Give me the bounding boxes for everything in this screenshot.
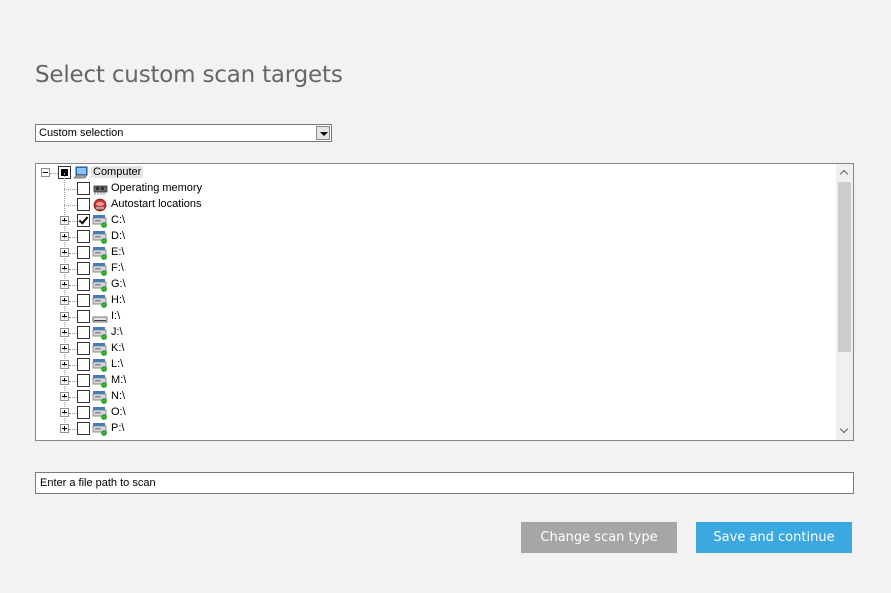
tree-item-checkbox[interactable]: [77, 278, 90, 291]
tree-item[interactable]: K:\: [36, 333, 835, 357]
network-drive-icon: [92, 278, 108, 292]
tree-item-checkbox[interactable]: [77, 198, 90, 211]
expand-icon[interactable]: [60, 424, 69, 433]
tree-item[interactable]: E:\: [36, 237, 835, 261]
memory-chip-icon: [92, 182, 108, 196]
page-title: Select custom scan targets: [35, 62, 343, 88]
save-and-continue-button[interactable]: Save and continue: [696, 522, 852, 553]
computer-icon: [73, 166, 89, 180]
tree-item[interactable]: I:\: [36, 301, 835, 325]
scan-type-dropdown-value: Custom selection: [39, 127, 124, 139]
network-drive-icon: [92, 262, 108, 276]
tree-item-label: C:\: [111, 214, 126, 226]
network-drive-icon: [92, 374, 108, 388]
tree-item-checkbox[interactable]: [77, 262, 90, 275]
tree-item-label: L:\: [111, 358, 124, 370]
network-drive-icon: [92, 230, 108, 244]
file-path-input[interactable]: [35, 472, 854, 494]
tree-item[interactable]: G:\: [36, 269, 835, 293]
tree-item-label: Operating memory: [111, 182, 203, 194]
scroll-down-icon[interactable]: [836, 423, 853, 440]
tree-item-label: D:\: [111, 230, 126, 242]
tree-item[interactable]: P:\: [36, 413, 835, 437]
tree-item[interactable]: L:\: [36, 349, 835, 373]
scroll-up-icon[interactable]: [836, 164, 853, 181]
tree-item-label: I:\: [111, 310, 121, 322]
tree-scrollbar[interactable]: [836, 164, 853, 440]
autostart-icon: [92, 198, 108, 212]
network-drive-icon: [92, 294, 108, 308]
scan-target-tree[interactable]: Computer Operating memory Autostart locat…: [35, 163, 854, 441]
network-drive-icon: [92, 406, 108, 420]
tree-item-checkbox[interactable]: [77, 214, 90, 227]
collapse-icon[interactable]: [41, 168, 50, 177]
tree-item-checkbox[interactable]: [77, 310, 90, 323]
local-drive-icon: [92, 310, 108, 324]
tree-item[interactable]: H:\: [36, 285, 835, 309]
tree-item[interactable]: D:\: [36, 221, 835, 245]
tree-item-checkbox[interactable]: [77, 358, 90, 371]
tree-item-label: M:\: [111, 374, 127, 386]
tree-item-label: P:\: [111, 422, 125, 434]
tree-item[interactable]: M:\: [36, 365, 835, 389]
tree-item-label: N:\: [111, 390, 126, 402]
tree-item-checkbox[interactable]: [77, 230, 90, 243]
tree-item-checkbox[interactable]: [77, 326, 90, 339]
tree-item-label: H:\: [111, 294, 126, 306]
tree-item[interactable]: O:\: [36, 397, 835, 421]
tree-item[interactable]: Autostart locations: [36, 189, 835, 213]
tree-item-label: F:\: [111, 262, 124, 274]
tree-item[interactable]: N:\: [36, 381, 835, 405]
change-scan-type-button[interactable]: Change scan type: [521, 522, 677, 553]
tree-item-checkbox[interactable]: [77, 390, 90, 403]
tree-item-checkbox[interactable]: [77, 294, 90, 307]
tree-item-label: Autostart locations: [111, 198, 202, 210]
network-drive-icon: [92, 342, 108, 356]
tree-item-checkbox[interactable]: [77, 246, 90, 259]
tree-item-label: J:\: [111, 326, 123, 338]
tree-root-computer[interactable]: Computer: [36, 165, 835, 181]
scroll-thumb[interactable]: [838, 182, 851, 352]
tree-rows: Computer Operating memory Autostart locat…: [36, 164, 835, 440]
tree-item-label: G:\: [111, 278, 126, 290]
tree-item-checkbox[interactable]: [77, 406, 90, 419]
network-drive-icon: [92, 326, 108, 340]
tree-item[interactable]: C:\: [36, 205, 835, 229]
network-drive-icon: [92, 358, 108, 372]
tree-item[interactable]: J:\: [36, 317, 835, 341]
tree-item-label: E:\: [111, 246, 125, 258]
network-drive-icon: [92, 390, 108, 404]
tree-item-label: K:\: [111, 342, 125, 354]
network-drive-icon: [92, 422, 108, 436]
network-drive-icon: [92, 214, 108, 228]
tree-item-label: O:\: [111, 406, 126, 418]
tree-item-checkbox[interactable]: [77, 342, 90, 355]
tree-item-checkbox[interactable]: [77, 374, 90, 387]
scan-type-dropdown[interactable]: Custom selection: [35, 124, 332, 142]
tree-item[interactable]: F:\: [36, 253, 835, 277]
tree-item-checkbox[interactable]: [77, 422, 90, 435]
tree-item[interactable]: Operating memory: [36, 173, 835, 197]
tree-item-checkbox[interactable]: [77, 182, 90, 195]
chevron-down-icon[interactable]: [316, 126, 330, 140]
network-drive-icon: [92, 246, 108, 260]
tree-root-label: Computer: [91, 166, 144, 178]
